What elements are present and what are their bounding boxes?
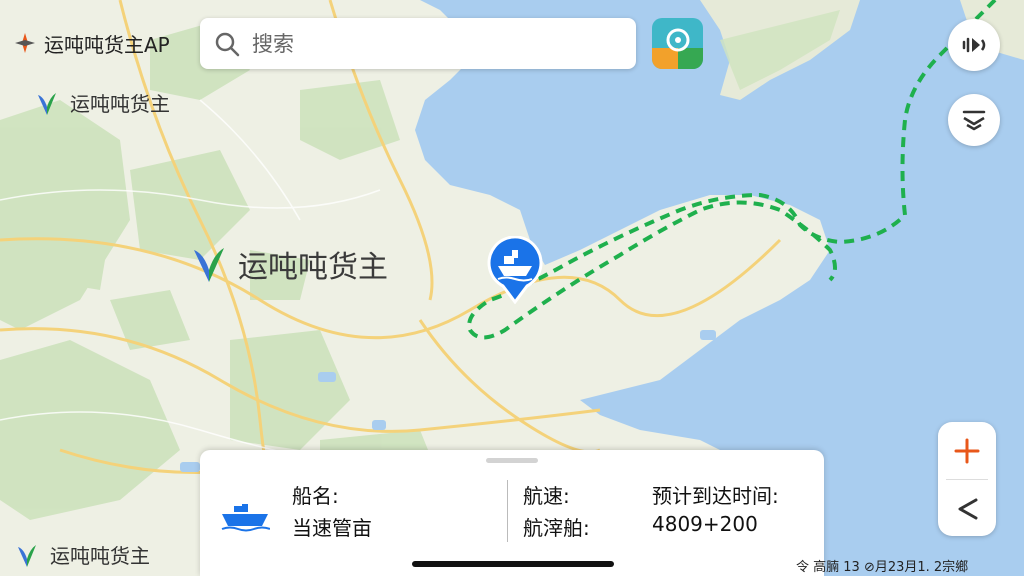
search-bar[interactable]	[200, 18, 636, 69]
brand-watermark-bottom: 运吨吨货主	[10, 540, 150, 569]
app-shortcut-button[interactable]	[652, 18, 703, 69]
ship-icon	[221, 504, 270, 532]
eta-label: 预计到达时间:	[652, 484, 779, 508]
app-shortcut-icon	[652, 18, 703, 69]
brand-logo-icon	[194, 248, 224, 282]
brand-watermark-top: 运吨吨货主	[30, 88, 170, 117]
speed-label: 航速:	[523, 484, 570, 508]
brand-watermark-bottom-text: 运吨吨货主	[50, 544, 150, 568]
eta-value: 4809+200	[652, 512, 758, 536]
ship-location-marker-icon	[487, 235, 543, 305]
map-controls-panel	[938, 422, 996, 536]
layers-icon	[962, 110, 986, 131]
ship-location-marker[interactable]	[486, 235, 544, 305]
search-icon	[215, 32, 240, 56]
brand-watermark-center: 运吨吨货主	[186, 242, 388, 286]
compass-logo-icon	[15, 33, 35, 53]
app-title-text: 运吨吨货主AP	[44, 32, 170, 57]
home-indicator[interactable]	[412, 561, 614, 567]
chevron-left-icon	[958, 498, 978, 519]
brand-watermark-top-text: 运吨吨货主	[70, 92, 170, 116]
search-input[interactable]	[250, 30, 614, 57]
sound-toggle-button[interactable]	[948, 19, 1000, 71]
ship-name-label: 船名:	[292, 484, 339, 508]
ship-name-value: 当速管亩	[292, 516, 372, 540]
plus-icon	[954, 438, 980, 463]
layers-button[interactable]	[948, 94, 1000, 146]
sound-toggle-icon	[962, 37, 986, 53]
drag-handle[interactable]	[486, 458, 538, 463]
back-button[interactable]	[938, 480, 996, 537]
brand-logo-icon	[18, 544, 36, 567]
speed-value: 航滓舶:	[523, 516, 590, 540]
brand-watermark-center-text: 运吨吨货主	[238, 250, 388, 285]
status-bar-text: 令 高腩 13 ⊘月23月1. 2宗鄉	[796, 560, 969, 575]
brand-logo-icon	[38, 92, 56, 115]
card-divider	[507, 480, 508, 542]
app-title: 运吨吨货主AP	[14, 28, 170, 58]
zoom-in-button[interactable]	[938, 422, 996, 479]
ship-info-card[interactable]: 船名: 当速管亩 航速: 航滓舶: 预计到达时间: 4809+200	[200, 450, 824, 576]
